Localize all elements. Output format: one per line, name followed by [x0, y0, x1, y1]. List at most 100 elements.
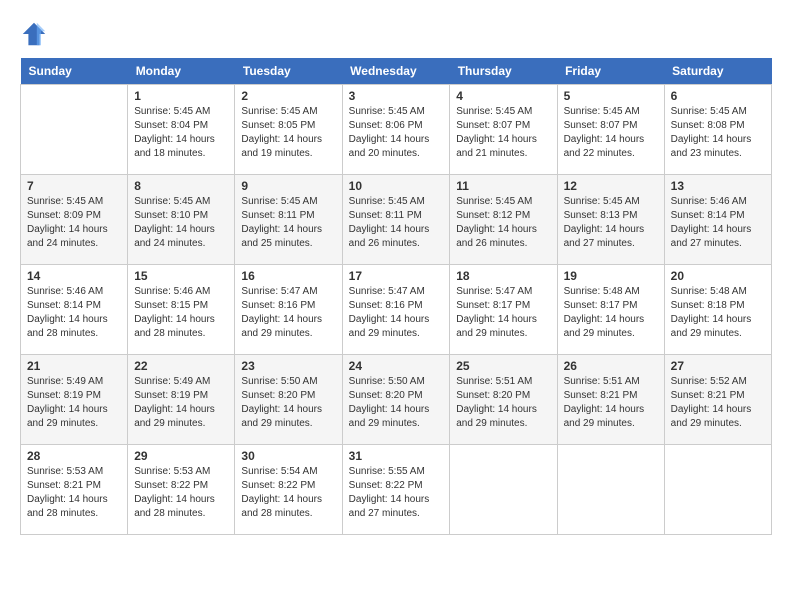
day-number: 22: [134, 359, 228, 373]
day-info: Sunrise: 5:45 AM Sunset: 8:06 PM Dayligh…: [349, 105, 444, 161]
calendar-cell: 22 Sunrise: 5:49 AM Sunset: 8:19 PM Dayli…: [128, 355, 235, 445]
page-header: [20, 20, 772, 48]
day-number: 14: [27, 269, 121, 283]
day-info: Sunrise: 5:46 AM Sunset: 8:14 PM Dayligh…: [671, 195, 765, 251]
column-header-friday: Friday: [557, 58, 664, 85]
calendar-cell: 1 Sunrise: 5:45 AM Sunset: 8:04 PM Daylig…: [128, 85, 235, 175]
day-number: 8: [134, 179, 228, 193]
calendar-cell: 28 Sunrise: 5:53 AM Sunset: 8:21 PM Dayli…: [21, 445, 128, 535]
day-info: Sunrise: 5:45 AM Sunset: 8:04 PM Dayligh…: [134, 105, 228, 161]
day-number: 13: [671, 179, 765, 193]
calendar-cell: 26 Sunrise: 5:51 AM Sunset: 8:21 PM Dayli…: [557, 355, 664, 445]
calendar-table: SundayMondayTuesdayWednesdayThursdayFrid…: [20, 58, 772, 535]
calendar-cell: 4Sunrise: 5:45 AM Sunset: 8:07 PM Daylig…: [450, 85, 557, 175]
day-number: 28: [27, 449, 121, 463]
day-info: Sunrise: 5:51 AM Sunset: 8:20 PM Dayligh…: [456, 375, 550, 431]
day-number: 26: [564, 359, 658, 373]
day-number: 15: [134, 269, 228, 283]
day-info: Sunrise: 5:47 AM Sunset: 8:17 PM Dayligh…: [456, 285, 550, 341]
day-number: 1: [134, 89, 228, 103]
day-info: Sunrise: 5:45 AM Sunset: 8:07 PM Dayligh…: [564, 105, 658, 161]
day-info: Sunrise: 5:50 AM Sunset: 8:20 PM Dayligh…: [241, 375, 335, 431]
day-info: Sunrise: 5:45 AM Sunset: 8:10 PM Dayligh…: [134, 195, 228, 251]
day-info: Sunrise: 5:45 AM Sunset: 8:05 PM Dayligh…: [241, 105, 335, 161]
calendar-week-1: 1 Sunrise: 5:45 AM Sunset: 8:04 PM Daylig…: [21, 85, 772, 175]
day-number: 9: [241, 179, 335, 193]
day-info: Sunrise: 5:51 AM Sunset: 8:21 PM Dayligh…: [564, 375, 658, 431]
day-number: 19: [564, 269, 658, 283]
day-number: 24: [349, 359, 444, 373]
calendar-week-5: 28 Sunrise: 5:53 AM Sunset: 8:21 PM Dayli…: [21, 445, 772, 535]
day-number: 18: [456, 269, 550, 283]
day-number: 5: [564, 89, 658, 103]
day-info: Sunrise: 5:45 AM Sunset: 8:13 PM Dayligh…: [564, 195, 658, 251]
calendar-cell: 11 Sunrise: 5:45 AM Sunset: 8:12 PM Dayli…: [450, 175, 557, 265]
calendar-week-2: 7Sunrise: 5:45 AM Sunset: 8:09 PM Daylig…: [21, 175, 772, 265]
day-info: Sunrise: 5:45 AM Sunset: 8:12 PM Dayligh…: [456, 195, 550, 251]
calendar-week-4: 21Sunrise: 5:49 AM Sunset: 8:19 PM Dayli…: [21, 355, 772, 445]
calendar-cell: 2 Sunrise: 5:45 AM Sunset: 8:05 PM Daylig…: [235, 85, 342, 175]
day-info: Sunrise: 5:46 AM Sunset: 8:15 PM Dayligh…: [134, 285, 228, 341]
day-info: Sunrise: 5:45 AM Sunset: 8:11 PM Dayligh…: [349, 195, 444, 251]
logo: [20, 20, 52, 48]
day-info: Sunrise: 5:53 AM Sunset: 8:22 PM Dayligh…: [134, 465, 228, 521]
calendar-cell: 17 Sunrise: 5:47 AM Sunset: 8:16 PM Dayli…: [342, 265, 450, 355]
calendar-cell: 5 Sunrise: 5:45 AM Sunset: 8:07 PM Daylig…: [557, 85, 664, 175]
calendar-cell: 14 Sunrise: 5:46 AM Sunset: 8:14 PM Dayli…: [21, 265, 128, 355]
calendar-cell: 13 Sunrise: 5:46 AM Sunset: 8:14 PM Dayli…: [664, 175, 771, 265]
column-header-wednesday: Wednesday: [342, 58, 450, 85]
logo-icon: [20, 20, 48, 48]
column-header-thursday: Thursday: [450, 58, 557, 85]
column-header-saturday: Saturday: [664, 58, 771, 85]
day-info: Sunrise: 5:45 AM Sunset: 8:11 PM Dayligh…: [241, 195, 335, 251]
calendar-cell: 12 Sunrise: 5:45 AM Sunset: 8:13 PM Dayli…: [557, 175, 664, 265]
day-number: 23: [241, 359, 335, 373]
day-number: 4: [456, 89, 550, 103]
calendar-cell: 15 Sunrise: 5:46 AM Sunset: 8:15 PM Dayli…: [128, 265, 235, 355]
calendar-cell: 6 Sunrise: 5:45 AM Sunset: 8:08 PM Daylig…: [664, 85, 771, 175]
day-info: Sunrise: 5:53 AM Sunset: 8:21 PM Dayligh…: [27, 465, 121, 521]
day-number: 3: [349, 89, 444, 103]
day-number: 2: [241, 89, 335, 103]
calendar-cell: 16Sunrise: 5:47 AM Sunset: 8:16 PM Dayli…: [235, 265, 342, 355]
day-info: Sunrise: 5:47 AM Sunset: 8:16 PM Dayligh…: [349, 285, 444, 341]
calendar-cell: 25 Sunrise: 5:51 AM Sunset: 8:20 PM Dayli…: [450, 355, 557, 445]
day-info: Sunrise: 5:47 AM Sunset: 8:16 PM Dayligh…: [241, 285, 335, 341]
day-number: 11: [456, 179, 550, 193]
column-header-sunday: Sunday: [21, 58, 128, 85]
day-info: Sunrise: 5:55 AM Sunset: 8:22 PM Dayligh…: [349, 465, 444, 521]
day-number: 25: [456, 359, 550, 373]
column-header-monday: Monday: [128, 58, 235, 85]
day-number: 7: [27, 179, 121, 193]
day-info: Sunrise: 5:46 AM Sunset: 8:14 PM Dayligh…: [27, 285, 121, 341]
calendar-cell: 10Sunrise: 5:45 AM Sunset: 8:11 PM Dayli…: [342, 175, 450, 265]
day-info: Sunrise: 5:50 AM Sunset: 8:20 PM Dayligh…: [349, 375, 444, 431]
calendar-cell: 20Sunrise: 5:48 AM Sunset: 8:18 PM Dayli…: [664, 265, 771, 355]
day-info: Sunrise: 5:54 AM Sunset: 8:22 PM Dayligh…: [241, 465, 335, 521]
day-number: 29: [134, 449, 228, 463]
day-info: Sunrise: 5:52 AM Sunset: 8:21 PM Dayligh…: [671, 375, 765, 431]
calendar-cell: 30 Sunrise: 5:54 AM Sunset: 8:22 PM Dayli…: [235, 445, 342, 535]
day-info: Sunrise: 5:48 AM Sunset: 8:18 PM Dayligh…: [671, 285, 765, 341]
day-info: Sunrise: 5:45 AM Sunset: 8:08 PM Dayligh…: [671, 105, 765, 161]
day-number: 17: [349, 269, 444, 283]
day-number: 12: [564, 179, 658, 193]
calendar-cell: 3 Sunrise: 5:45 AM Sunset: 8:06 PM Daylig…: [342, 85, 450, 175]
calendar-cell: 9 Sunrise: 5:45 AM Sunset: 8:11 PM Daylig…: [235, 175, 342, 265]
calendar-cell: 7Sunrise: 5:45 AM Sunset: 8:09 PM Daylig…: [21, 175, 128, 265]
calendar-cell: 23 Sunrise: 5:50 AM Sunset: 8:20 PM Dayli…: [235, 355, 342, 445]
calendar-cell: 29 Sunrise: 5:53 AM Sunset: 8:22 PM Dayli…: [128, 445, 235, 535]
calendar-header-row: SundayMondayTuesdayWednesdayThursdayFrid…: [21, 58, 772, 85]
day-number: 6: [671, 89, 765, 103]
day-info: Sunrise: 5:49 AM Sunset: 8:19 PM Dayligh…: [27, 375, 121, 431]
day-number: 30: [241, 449, 335, 463]
day-info: Sunrise: 5:48 AM Sunset: 8:17 PM Dayligh…: [564, 285, 658, 341]
day-info: Sunrise: 5:49 AM Sunset: 8:19 PM Dayligh…: [134, 375, 228, 431]
calendar-cell: 18 Sunrise: 5:47 AM Sunset: 8:17 PM Dayli…: [450, 265, 557, 355]
day-number: 27: [671, 359, 765, 373]
calendar-cell: 19 Sunrise: 5:48 AM Sunset: 8:17 PM Dayli…: [557, 265, 664, 355]
day-number: 31: [349, 449, 444, 463]
calendar-cell: 31 Sunrise: 5:55 AM Sunset: 8:22 PM Dayli…: [342, 445, 450, 535]
calendar-cell: [21, 85, 128, 175]
column-header-tuesday: Tuesday: [235, 58, 342, 85]
